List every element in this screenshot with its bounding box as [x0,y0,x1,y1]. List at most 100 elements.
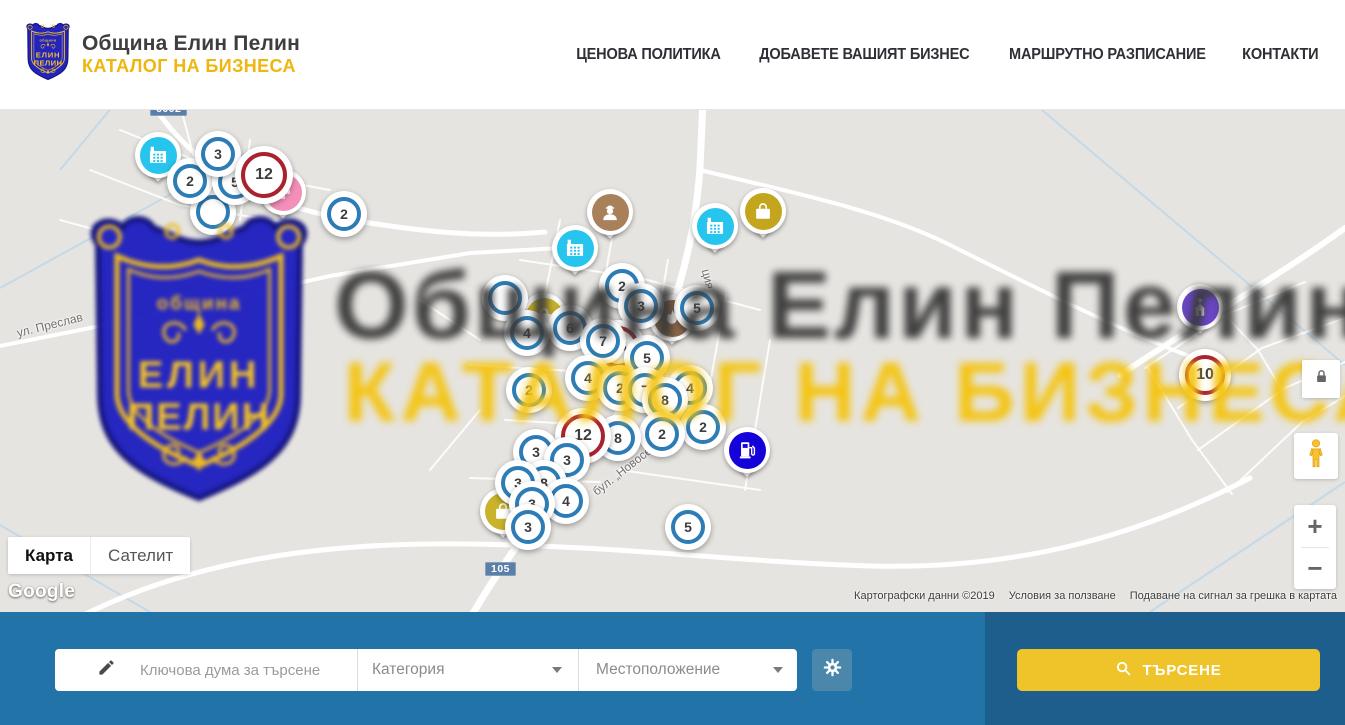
map-cluster-marker[interactable]: 5 [665,504,711,550]
cluster-count: 2 [525,382,533,398]
location-select[interactable]: Местоположение [578,649,797,691]
fuel-icon [729,432,766,469]
zoom-control: + − [1294,505,1336,589]
cluster-count: 5 [643,350,651,366]
map-pin-shopping-bag-icon[interactable] [740,188,786,250]
cluster-count: 8 [614,430,622,446]
cluster-count: 3 [563,452,571,468]
svg-text:община: община [40,39,57,43]
keyword-search-input[interactable] [138,661,342,680]
header: община ЕЛИН ПЕЛИН Община Елин Пелин КАТА… [0,0,1345,110]
search-bar: Категория Местоположение ТЪРСЕНЕ [0,612,1345,725]
map-type-map-button[interactable]: Карта [8,537,90,574]
attribution-terms-link[interactable]: Условия за ползване [1009,590,1116,602]
lock-button[interactable] [1302,360,1340,398]
search-bar-left: Категория Местоположение [0,612,985,725]
cluster-count: 3 [532,444,540,460]
cluster-count: 4 [562,493,570,509]
map-cluster-marker[interactable]: 2 [680,404,726,450]
map-cluster-marker[interactable]: 12 [235,146,293,204]
nav-item-add-business[interactable]: ДОБАВЕТЕ ВАШИЯТ БИЗНЕС [759,46,969,64]
svg-text:ПЕЛИН: ПЕЛИН [34,59,63,68]
pegman-icon [1303,438,1329,475]
street-view-pegman-button[interactable] [1294,433,1338,479]
nav-item-pricing[interactable]: ЦЕНОВА ПОЛИТИКА [576,46,720,64]
road-badge: 105 [485,562,516,576]
svg-text:ПЕЛИН: ПЕЛИН [127,396,271,439]
map-cluster-marker[interactable]: 2 [321,191,367,237]
shopping-bag-icon [745,193,782,230]
map-type-satellite-button[interactable]: Сателит [90,537,190,574]
lock-icon [1312,367,1331,391]
map-canvas[interactable]: 6002 105 ул. Преслав бул. „Новосел ция 2… [0,110,1345,612]
cluster-count: 3 [214,146,222,162]
advanced-settings-button[interactable] [812,649,852,691]
map-cluster-marker[interactable]: 3 [505,504,551,550]
cluster-count: 5 [684,519,692,535]
chevron-down-icon [773,667,783,673]
street-label: ул. Преслав [15,310,84,340]
map-pin-factory-icon[interactable] [692,203,738,265]
map-type-control: Карта Сателит [8,537,190,574]
map-pin-church-icon[interactable] [1177,284,1223,346]
location-select-value: Местоположение [596,661,720,679]
pin-disc [1177,284,1223,330]
nav-item-contacts[interactable]: КОНТАКТИ [1243,46,1319,64]
map-pin-factory-icon[interactable] [552,225,598,287]
cluster-count: 2 [699,419,707,435]
site-logo[interactable]: община ЕЛИН ПЕЛИН Община Елин Пелин КАТА… [25,23,300,86]
zoom-out-button[interactable]: − [1294,548,1336,589]
svg-text:ЕЛИН: ЕЛИН [138,354,260,397]
main-nav: ЦЕНОВА ПОЛИТИКА ДОБАВЕТЕ ВАШИЯТ БИЗНЕС М… [574,46,1320,63]
cluster-count: 3 [637,298,645,314]
attribution-copyright: Картографски данни ©2019 [854,590,995,602]
map-cluster-marker[interactable]: 2 [506,367,552,413]
map-cluster-marker[interactable]: 4 [504,310,550,356]
map-pin-fuel-icon[interactable] [724,427,770,489]
map-cluster-marker[interactable]: 10 [1179,349,1231,401]
map-cluster-marker[interactable]: 5 [674,285,720,331]
cluster-count: 7 [599,333,607,349]
map-cluster-marker[interactable]: 2 [639,411,685,457]
cluster-count: 10 [1196,366,1214,384]
keyword-field [55,649,357,691]
cluster-count: 12 [255,166,273,184]
road-badge: 6002 [150,110,187,116]
map-cluster-marker[interactable]: 3 [195,131,241,177]
pencil-icon [97,658,116,682]
search-icon [1115,660,1132,681]
cluster-count: 6 [566,320,574,336]
category-select[interactable]: Категория [357,649,578,691]
cluster-count: 3 [524,519,532,535]
pin-disc [724,427,770,473]
site-subtitle: КАТАЛОГ НА БИЗНЕСА [82,56,300,77]
watermark-emblem: община ЕЛИН ПЕЛИН [84,216,314,511]
cluster-count: 8 [661,392,669,408]
search-fields: Категория Местоположение [55,649,797,691]
church-icon [1182,289,1219,326]
map-attribution: Картографски данни ©2019 Условия за полз… [854,590,1337,602]
attribution-report-link[interactable]: Подаване на сигнал за грешка в картата [1130,590,1337,602]
zoom-in-button[interactable]: + [1294,506,1336,547]
factory-icon [697,208,734,245]
cluster-count: 2 [186,173,194,189]
cluster-count: 2 [658,426,666,442]
pin-disc [740,188,786,234]
category-select-value: Категория [372,661,444,679]
cluster-count: 5 [693,300,701,316]
site-title: Община Елин Пелин [82,32,300,56]
cluster-count: 2 [340,206,348,222]
google-logo[interactable]: Google [8,581,75,603]
gear-icon [822,657,843,683]
page: община ЕЛИН ПЕЛИН Община Елин Пелин КАТА… [0,0,1345,725]
svg-text:община: община [157,293,242,314]
search-submit-label: ТЪРСЕНЕ [1142,662,1221,679]
search-bar-right: ТЪРСЕНЕ [985,612,1345,725]
svg-text:ЕЛИН: ЕЛИН [36,50,60,59]
search-submit-button[interactable]: ТЪРСЕНЕ [1017,649,1320,691]
chevron-down-icon [552,667,562,673]
cluster-count: 4 [584,370,592,386]
municipality-emblem-icon: община ЕЛИН ПЕЛИН [25,23,71,86]
pin-disc [692,203,738,249]
nav-item-route-schedule[interactable]: МАРШРУТНО РАЗПИСАНИЕ [1009,46,1206,64]
